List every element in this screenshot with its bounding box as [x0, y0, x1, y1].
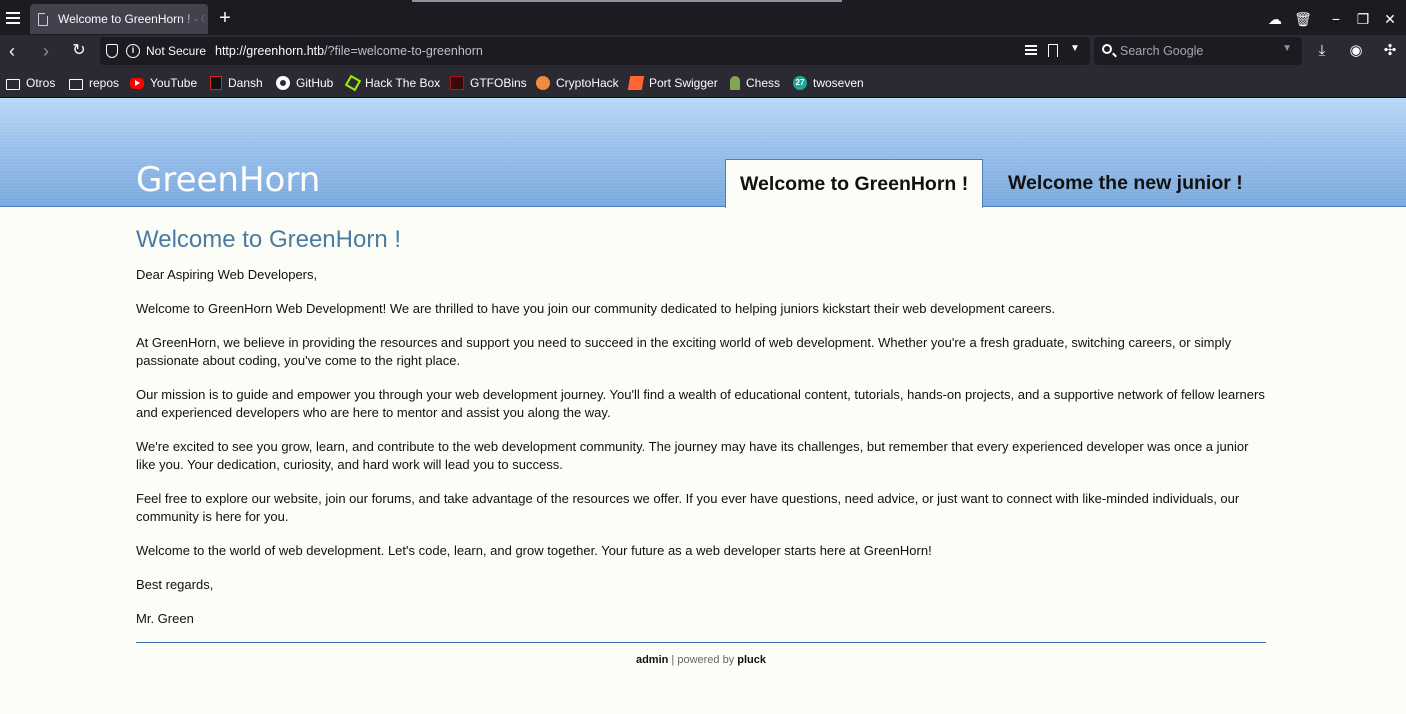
nav-tab-welcome-to-greenhorn[interactable]: Welcome to GreenHorn !: [725, 159, 984, 208]
footer-separator: | powered by: [668, 654, 738, 666]
paragraph: Mr. Green: [136, 611, 194, 626]
site-info-icon[interactable]: i: [126, 44, 140, 58]
chevron-down-icon[interactable]: ▼: [1070, 43, 1080, 54]
download-icon[interactable]: ⤓: [1310, 39, 1334, 63]
admin-link[interactable]: admin: [636, 654, 668, 666]
bookmark-dansh[interactable]: Dansh: [210, 74, 263, 92]
paragraph: Best regards,: [136, 577, 214, 592]
nav-tab-welcome-new-junior[interactable]: Welcome the new junior !: [994, 159, 1257, 208]
close-window-button[interactable]: ✕: [1379, 7, 1401, 31]
bookmark-star-icon[interactable]: [1048, 44, 1058, 57]
bookmark-hackthebox[interactable]: Hack The Box: [344, 74, 440, 92]
page-title: Welcome to GreenHorn !: [136, 226, 401, 253]
url-path: /?file=welcome-to-greenhorn: [324, 44, 483, 58]
bookmark-cryptohack[interactable]: CryptoHack: [536, 74, 619, 92]
cloud-icon[interactable]: ☁: [1264, 7, 1286, 31]
twoseven-icon: 27: [793, 76, 807, 90]
paragraph: We're excited to see you grow, learn, an…: [136, 439, 1249, 472]
hackthebox-icon: [344, 74, 362, 92]
forward-button[interactable]: ›: [34, 39, 58, 63]
paragraph: Welcome to the world of web development.…: [136, 543, 932, 558]
bookmark-portswigger[interactable]: Port Swigger: [627, 74, 718, 92]
navigation-toolbar: ‹ › ↻ i Not Secure http://greenhorn.htb/…: [0, 35, 1406, 67]
paragraph: At GreenHorn, we believe in providing th…: [136, 335, 1232, 368]
browser-tab-active[interactable]: Welcome to GreenHorn ! - GreenHorn: [30, 4, 208, 34]
site-header: GreenHorn Welcome to GreenHorn ! Welcome…: [0, 98, 1406, 208]
back-button[interactable]: ‹: [0, 39, 24, 63]
search-bar[interactable]: Search Google ▼: [1094, 37, 1302, 65]
new-tab-button[interactable]: +: [214, 7, 236, 29]
tracking-shield-icon[interactable]: [106, 44, 118, 58]
bookmark-github[interactable]: GitHub: [276, 74, 333, 92]
bookmarks-toolbar: Otros repos YouTube Dansh GitHub Hack Th…: [0, 67, 1406, 98]
chess-icon: [730, 76, 740, 90]
url-host: http://greenhorn.htb: [215, 44, 325, 58]
trash-icon[interactable]: 🗑: [1292, 7, 1314, 31]
gtfobins-icon: [450, 76, 464, 90]
folder-icon: [69, 78, 83, 90]
menu-icon[interactable]: [4, 9, 22, 27]
youtube-icon: [130, 77, 144, 89]
bookmark-chess[interactable]: Chess: [730, 74, 780, 92]
pluck-link[interactable]: pluck: [737, 654, 766, 666]
bookmark-youtube[interactable]: YouTube: [130, 74, 197, 92]
paragraph: Our mission is to guide and empower you …: [136, 387, 1265, 420]
bookmark-gtfobins[interactable]: GTFOBins: [450, 74, 527, 92]
page-icon: [38, 11, 49, 26]
reader-view-icon[interactable]: [1025, 45, 1037, 57]
dansh-icon: [210, 76, 222, 90]
footer-divider: [136, 642, 1266, 643]
minimize-button[interactable]: −: [1325, 7, 1347, 31]
url-bar[interactable]: i Not Secure http://greenhorn.htb/?file=…: [100, 37, 1090, 65]
bookmark-otros[interactable]: Otros: [6, 74, 55, 92]
chevron-down-icon[interactable]: ▼: [1282, 43, 1292, 54]
reload-button[interactable]: ↻: [67, 39, 91, 63]
main-content: Welcome to GreenHorn ! Dear Aspiring Web…: [136, 226, 1271, 644]
search-placeholder: Search Google: [1120, 44, 1204, 58]
cryptohack-icon: [536, 76, 550, 90]
github-icon: [276, 76, 290, 90]
folder-icon: [6, 78, 20, 90]
extensions-puzzle-icon[interactable]: ✣: [1378, 39, 1402, 63]
url-text[interactable]: http://greenhorn.htb/?file=welcome-to-gr…: [215, 44, 483, 58]
search-icon: [1102, 44, 1112, 54]
extension-icon[interactable]: ◉: [1344, 39, 1368, 63]
site-title[interactable]: GreenHorn: [136, 160, 320, 200]
bookmark-twoseven[interactable]: 27 twoseven: [793, 74, 864, 92]
not-secure-label[interactable]: Not Secure: [146, 44, 206, 58]
browser-chrome: Welcome to GreenHorn ! - GreenHorn + ☁ 🗑…: [0, 0, 1406, 98]
tab-strip: Welcome to GreenHorn ! - GreenHorn + ☁ 🗑…: [0, 3, 1406, 35]
paragraph: Dear Aspiring Web Developers,: [136, 267, 318, 282]
paragraph: Feel free to explore our website, join o…: [136, 491, 1240, 524]
restore-button[interactable]: ❐: [1352, 7, 1374, 31]
portswigger-icon: [627, 76, 645, 90]
site-footer: admin | powered by pluck: [136, 654, 1266, 666]
paragraph: Welcome to GreenHorn Web Development! We…: [136, 301, 1056, 316]
bookmark-repos[interactable]: repos: [69, 74, 119, 92]
